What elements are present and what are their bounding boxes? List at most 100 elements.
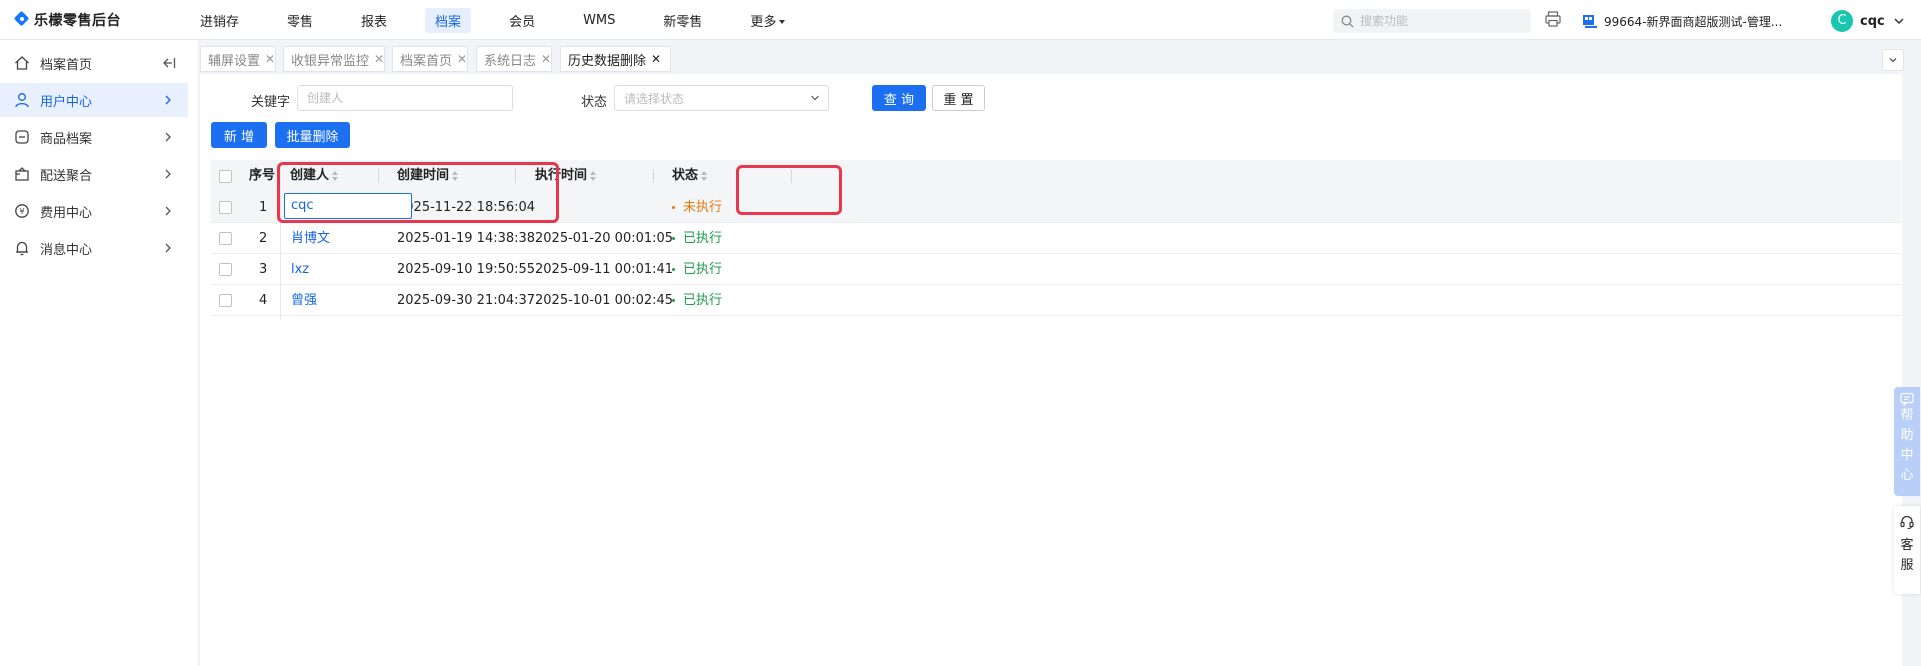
header-executed-at-label: 执行时间	[535, 168, 588, 183]
sort-icon[interactable]	[331, 170, 339, 181]
function-search[interactable]	[1333, 9, 1531, 33]
status-badge: 已执行	[672, 254, 722, 285]
tab-archive-home[interactable]: 档案首页 ✕	[392, 46, 468, 72]
row-created-at: 2025-09-10 19:50:55	[397, 262, 536, 277]
nav-item-new-retail[interactable]: 新零售	[653, 8, 712, 33]
chevron-right-icon	[165, 132, 171, 142]
row-checkbox[interactable]	[219, 232, 232, 245]
app-title: 乐檬零售后台	[34, 13, 121, 29]
status-dot-icon	[672, 206, 675, 209]
sidebar-item-label: 消息中心	[40, 242, 93, 258]
status-dot-icon	[672, 237, 675, 240]
tab-system-log[interactable]: 系统日志 ✕	[476, 46, 552, 72]
username: cqc	[1860, 13, 1885, 29]
row-creator-link[interactable]: lxz	[291, 254, 309, 285]
row-creator-link[interactable]: cqc	[291, 193, 314, 219]
sidebar-item-fee-center[interactable]: ¥ 费用中心	[0, 194, 188, 228]
close-icon[interactable]: ✕	[265, 52, 275, 66]
header-status[interactable]: 状态	[672, 160, 708, 192]
nav-item-archives[interactable]: 档案	[425, 7, 472, 33]
table-row[interactable]: 2 肖博文 2025-01-19 14:38:38 2025-01-20 00:…	[211, 223, 1901, 254]
fee-icon: ¥	[14, 203, 30, 219]
user-menu[interactable]: C cqc	[1831, 9, 1907, 33]
tab-cash-anomaly[interactable]: 收银异常监控 ✕	[283, 46, 385, 72]
chevron-right-icon	[165, 169, 171, 179]
nav-item-wms[interactable]: WMS	[573, 10, 625, 31]
add-button[interactable]: 新 增	[211, 122, 267, 148]
search-input[interactable]	[1360, 14, 1520, 28]
row-checkbox[interactable]	[219, 201, 232, 214]
customer-service-button[interactable]: 客 服	[1894, 506, 1920, 594]
row-creator-link[interactable]: 肖博文	[291, 223, 330, 254]
store-name: 99664-新界面商超版测试-管理...	[1604, 14, 1783, 29]
sort-icon[interactable]	[451, 170, 459, 181]
tab-label: 收银异常监控	[291, 53, 370, 69]
header-executed-at[interactable]: 执行时间	[535, 160, 597, 192]
nav-item-inventory[interactable]: 进销存	[190, 8, 249, 33]
row-seq: 2	[259, 231, 268, 246]
close-icon[interactable]: ✕	[374, 52, 384, 66]
store-selector[interactable]: 99664-新界面商超版测试-管理...	[1582, 11, 1782, 31]
tabs-menu-button[interactable]	[1882, 49, 1904, 71]
status-select[interactable]: 请选择状态	[614, 85, 829, 111]
status-select-placeholder: 请选择状态	[624, 91, 685, 106]
sidebar-item-product-archive[interactable]: 商品档案	[0, 120, 188, 154]
reset-button[interactable]: 重 置	[932, 85, 985, 111]
sidebar-item-user-center[interactable]: 用户中心	[0, 83, 188, 117]
row-seq: 4	[259, 293, 268, 308]
header-created-at[interactable]: 创建时间	[397, 160, 459, 192]
row-seq: 1	[259, 200, 268, 215]
chevron-down-icon	[1894, 18, 1904, 25]
headset-icon	[1900, 515, 1914, 530]
sort-icon[interactable]	[700, 170, 708, 181]
bell-icon	[14, 240, 30, 256]
query-button[interactable]: 查 询	[872, 85, 926, 111]
header-created-at-label: 创建时间	[397, 168, 450, 183]
chevron-right-icon	[165, 95, 171, 105]
status-badge: 已执行	[672, 285, 722, 316]
close-icon[interactable]: ✕	[651, 52, 661, 66]
help-center-label: 心	[1900, 468, 1914, 483]
sidebar-item-label: 配送聚合	[40, 168, 93, 184]
table-row[interactable]: 4 曾强 2025-09-30 21:04:37 2025-10-01 00:0…	[211, 285, 1901, 316]
help-center-button[interactable]: 帮 助 中 心	[1894, 387, 1920, 496]
sort-icon[interactable]	[589, 170, 597, 181]
keyword-input[interactable]	[297, 85, 513, 111]
nav-item-more[interactable]: 更多	[740, 8, 795, 33]
main-panel: 关键字 状态 请选择状态 查 询 重 置 新 增 批量删除 序号 创建人 创建时…	[200, 74, 1902, 666]
batch-delete-button[interactable]: 批量删除	[275, 122, 350, 148]
table-row[interactable]: 3 lxz 2025-09-10 19:50:55 2025-09-11 00:…	[211, 254, 1901, 285]
tab-label: 系统日志	[484, 53, 537, 69]
nav-item-members[interactable]: 会员	[499, 8, 545, 33]
tab-label: 辅屏设置	[208, 53, 261, 69]
nav-item-retail[interactable]: 零售	[277, 8, 323, 33]
print-button[interactable]	[1544, 10, 1564, 30]
close-icon[interactable]: ✕	[541, 52, 551, 66]
sidebar-item-message-center[interactable]: 消息中心	[0, 231, 188, 265]
avatar: C	[1831, 10, 1853, 32]
chevron-down-icon	[1889, 58, 1897, 63]
tab-aux-screen-settings[interactable]: 辅屏设置 ✕	[200, 46, 276, 72]
row-seq: 3	[259, 262, 268, 277]
top-nav: 进销存 零售 报表 档案 会员 WMS 新零售 更多	[190, 0, 823, 40]
app-logo[interactable]: 乐檬零售后台	[14, 10, 121, 30]
header-creator[interactable]: 创建人	[290, 160, 339, 192]
row-creator-link[interactable]: 曾强	[291, 285, 317, 316]
status-dot-icon	[672, 299, 675, 302]
nav-item-reports[interactable]: 报表	[351, 8, 397, 33]
chevron-down-icon	[811, 95, 819, 101]
logo-icon	[14, 11, 30, 29]
table-row[interactable]: 1 cqc 2025-11-22 18:56:04 未执行	[211, 192, 1901, 223]
row-checkbox[interactable]	[219, 263, 232, 276]
tab-history-data-delete[interactable]: 历史数据删除 ✕	[560, 46, 671, 72]
table-header: 序号 创建人 创建时间 执行时间 状态	[211, 160, 1901, 192]
sidebar-item-label: 费用中心	[40, 205, 93, 221]
collapse-sidebar-icon[interactable]	[162, 57, 176, 69]
close-icon[interactable]: ✕	[457, 52, 467, 66]
status-label: 状态	[581, 95, 608, 110]
select-all-checkbox[interactable]	[219, 170, 232, 183]
sidebar-item-delivery[interactable]: 配送聚合	[0, 157, 188, 191]
sidebar-item-archive-home[interactable]: 档案首页	[0, 46, 188, 80]
help-center-label: 帮	[1900, 408, 1914, 423]
row-checkbox[interactable]	[219, 294, 232, 307]
